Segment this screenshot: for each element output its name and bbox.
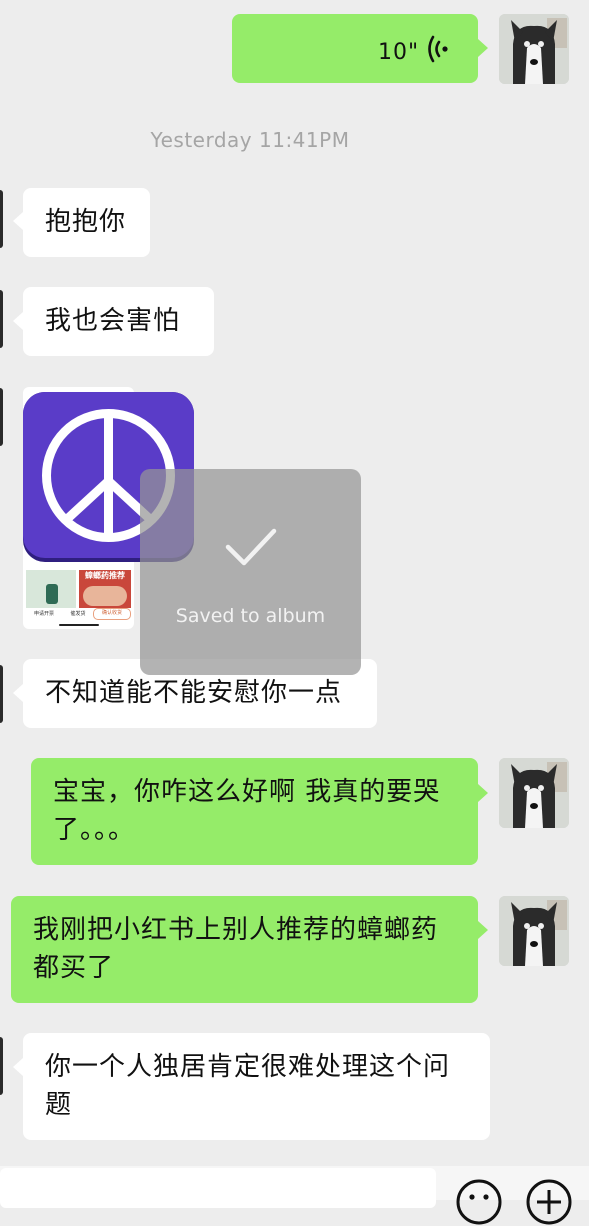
outgoing-message-bubble[interactable]: 我刚把小红书上别人推荐的蟑螂药 都买了 xyxy=(11,896,478,1003)
bubble-tail xyxy=(478,39,488,57)
contact-avatar[interactable] xyxy=(0,290,3,348)
checkmark-icon xyxy=(225,528,277,566)
thumbnail-caption: 确认收货 xyxy=(93,608,131,620)
bubble-tail xyxy=(478,921,488,939)
outgoing-message-bubble[interactable]: 宝宝，你咋这么好啊 我真的要哭 了。。。 xyxy=(31,758,478,865)
message-text-line: 你一个人独居肯定很难处理这个问 xyxy=(45,1052,451,1082)
thumbnail-product-image xyxy=(26,570,76,608)
plus-icon[interactable] xyxy=(525,1178,573,1226)
bubble-tail xyxy=(13,312,23,330)
contact-avatar[interactable] xyxy=(0,1037,3,1095)
emoji-icon[interactable] xyxy=(455,1178,503,1226)
my-avatar[interactable] xyxy=(499,896,569,966)
incoming-message-bubble[interactable]: 你一个人独居肯定很难处理这个问 题 xyxy=(23,1033,490,1140)
thumbnail-caption: 申请开票 xyxy=(33,611,54,617)
message-text: 不知道能不能安慰你一点 xyxy=(45,678,343,708)
bubble-tail xyxy=(13,212,23,230)
message-text: 抱抱你 xyxy=(45,207,127,237)
message-timestamp: Yesterday 11:41PM xyxy=(150,128,350,152)
thumbnail-home-indicator xyxy=(59,624,99,626)
toast-text: Saved to album xyxy=(175,605,326,627)
bubble-tail xyxy=(13,684,23,702)
message-text: 我也会害怕 xyxy=(45,306,181,336)
thumbnail-red-title: 蟑螂药推荐 xyxy=(85,571,125,580)
message-text-line: 宝宝，你咋这么好啊 我真的要哭 xyxy=(53,777,441,807)
incoming-message-bubble[interactable]: 抱抱你 xyxy=(23,188,150,257)
bubble-tail xyxy=(13,1058,23,1076)
message-text-line: 题 xyxy=(45,1090,73,1120)
message-text-line: 我刚把小红书上别人推荐的蟑螂药 xyxy=(33,915,439,945)
voice-wave-icon xyxy=(428,35,448,63)
husky-avatar-icon xyxy=(499,896,569,966)
my-avatar[interactable] xyxy=(499,14,569,84)
my-avatar[interactable] xyxy=(499,758,569,828)
message-input[interactable] xyxy=(0,1168,436,1208)
saved-toast: Saved to album xyxy=(140,469,361,675)
thumbnail-caption: 催发货 xyxy=(70,611,86,617)
bubble-tail xyxy=(478,784,488,802)
husky-avatar-icon xyxy=(499,14,569,84)
contact-avatar[interactable] xyxy=(0,190,3,248)
contact-avatar[interactable] xyxy=(0,665,3,723)
contact-avatar[interactable] xyxy=(0,388,3,446)
voice-duration: 10" xyxy=(378,40,420,65)
husky-avatar-icon xyxy=(499,758,569,828)
message-text-line: 都买了 xyxy=(33,953,115,983)
voice-message-bubble[interactable]: 10" xyxy=(232,14,478,83)
incoming-message-bubble[interactable]: 我也会害怕 xyxy=(23,287,214,356)
message-text-line: 了。。。 xyxy=(53,815,136,845)
